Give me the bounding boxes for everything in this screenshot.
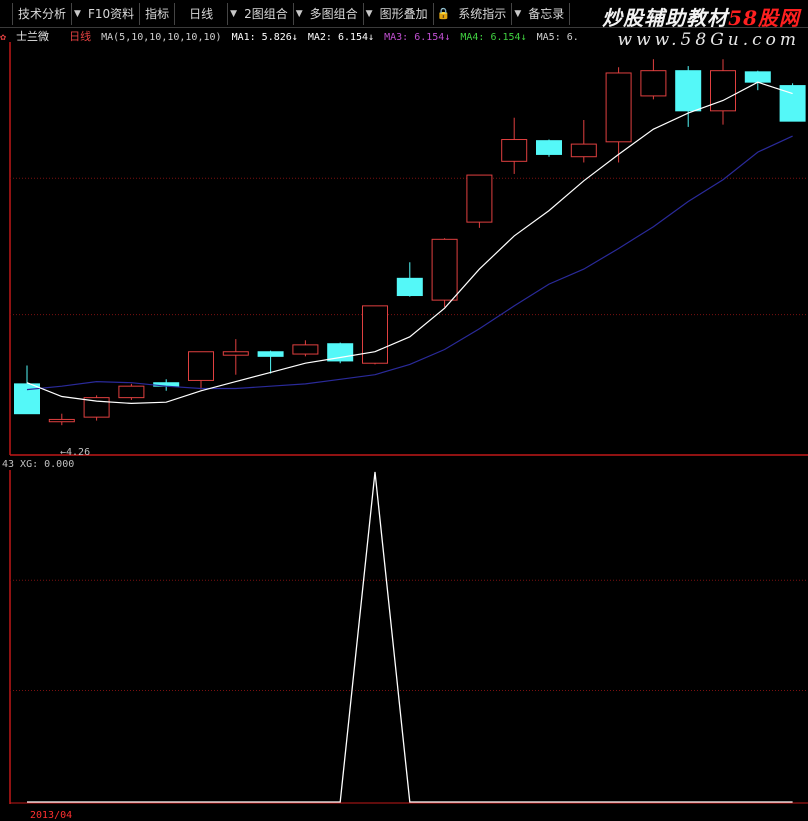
chevron-down-icon[interactable]: ▼ <box>228 3 239 25</box>
toolbar-memo[interactable]: 备忘录 <box>523 2 571 25</box>
candle-body <box>292 344 319 355</box>
toolbar-left-stub[interactable] <box>0 2 13 25</box>
ma1-line <box>26 81 793 405</box>
candle-body <box>431 238 458 301</box>
candle-body <box>536 140 562 155</box>
toolbar-overlay[interactable]: 图形叠加 <box>375 2 434 25</box>
chevron-down-icon[interactable]: ▼ <box>512 3 523 25</box>
toolbar-tech-analysis[interactable]: 技术分析 <box>13 2 73 25</box>
lock-icon[interactable]: 🔒 <box>434 7 454 20</box>
candle-body <box>222 351 249 356</box>
candle-body <box>744 71 771 83</box>
candle-body <box>188 351 214 381</box>
date-label: 2013/04 <box>30 810 73 821</box>
candle-body <box>118 385 145 399</box>
low-price-label: ←4.26 <box>60 447 91 458</box>
ma-header: ✿ 士兰微 日线 MA(5,10,10,10,10,10) MA1: 5.826… <box>0 28 583 43</box>
toolbar-system[interactable]: 系统指示 <box>453 2 513 25</box>
toolbar-indicator[interactable]: 指标 <box>140 2 176 25</box>
candle-body <box>501 139 528 162</box>
xg-indicator-label: 43 XG: 0.000 <box>2 459 75 470</box>
chevron-down-icon[interactable]: ▼ <box>72 3 83 25</box>
candle-body <box>362 305 388 364</box>
candle-body <box>257 351 284 357</box>
candle-body <box>605 72 632 143</box>
candle-body <box>48 418 75 423</box>
toolbar-daily[interactable]: 日线 <box>175 2 229 25</box>
toolbar-multi-chart[interactable]: 多图组合 <box>305 2 364 25</box>
toolbar-two-chart[interactable]: 2图组合 <box>239 2 294 25</box>
toolbar-f10[interactable]: F10资料 <box>83 2 141 25</box>
candle-body <box>710 70 736 112</box>
candle-body <box>466 174 493 223</box>
chevron-down-icon[interactable]: ▼ <box>294 3 305 25</box>
candlestick-chart[interactable] <box>0 42 808 457</box>
xg-line <box>27 471 793 803</box>
candle-body <box>396 277 423 297</box>
xg-indicator-chart[interactable] <box>0 470 808 810</box>
chevron-down-icon[interactable]: ▼ <box>364 3 375 25</box>
candle-body <box>570 143 597 158</box>
candle-body <box>675 70 702 112</box>
candle-body <box>640 70 667 97</box>
watermark-title: 炒股辅助教材58股网 <box>602 6 800 30</box>
